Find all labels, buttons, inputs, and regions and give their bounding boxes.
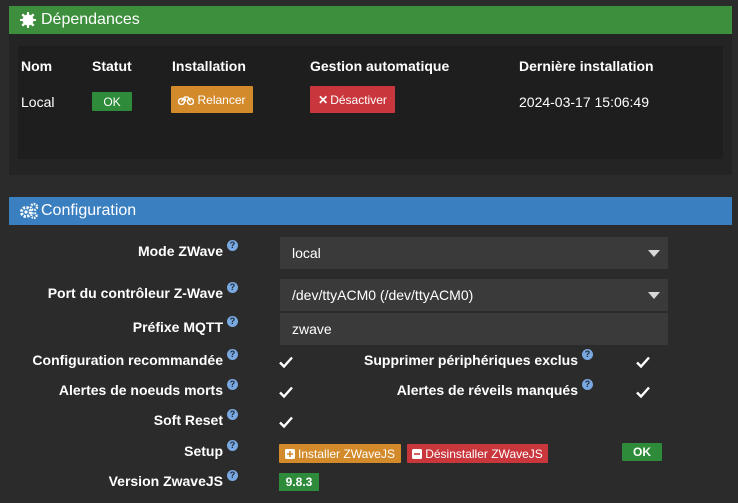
column-header-auto-management: Gestion automatique (310, 58, 450, 74)
mode-zwave-label: Mode ZWave? (138, 240, 238, 259)
question-circle-icon[interactable]: ? (227, 440, 238, 451)
dead-nodes-alert-checkbox[interactable] (278, 384, 294, 400)
gears-icon (19, 202, 39, 220)
mqtt-prefix-input[interactable]: zwave (280, 313, 668, 345)
bicycle-icon (178, 95, 195, 105)
check-icon (636, 356, 650, 369)
deactivate-button[interactable]: ✕ Désactiver (310, 86, 395, 113)
missed-wakeup-alert-label: Alertes de réveils manqués? (397, 379, 593, 398)
dependencies-header: Dépendances (9, 6, 732, 34)
setup-label: Setup? (184, 440, 238, 459)
plus-square-icon (285, 448, 296, 459)
mqtt-prefix-label: Préfixe MQTT? (133, 316, 238, 335)
check-icon (279, 416, 293, 429)
column-header-last-install: Dernière installation (519, 58, 654, 74)
dead-nodes-alert-label: Alertes de noeuds morts? (59, 379, 238, 398)
zwavejs-version-label: Version ZwaveJS? (109, 470, 238, 489)
puzzle-gear-icon (19, 11, 37, 29)
dependencies-title: Dépendances (41, 11, 140, 28)
caret-down-icon (648, 250, 660, 257)
question-circle-icon[interactable]: ? (227, 349, 238, 360)
last-install-date: 2024-03-17 15:06:49 (519, 94, 649, 110)
question-circle-icon[interactable]: ? (582, 379, 593, 390)
minus-square-icon (412, 448, 423, 459)
install-zwavejs-button[interactable]: Installer ZWaveJS (279, 444, 401, 463)
check-icon (279, 356, 293, 369)
question-circle-icon[interactable]: ? (582, 349, 593, 360)
recommended-config-checkbox[interactable] (278, 354, 294, 370)
question-circle-icon[interactable]: ? (227, 282, 238, 293)
check-icon (636, 386, 650, 399)
configuration-header: Configuration (9, 197, 732, 225)
caret-down-icon (648, 292, 660, 299)
column-header-status: Statut (92, 58, 132, 74)
question-circle-icon[interactable]: ? (227, 409, 238, 420)
port-select[interactable]: /dev/ttyACM0 (/dev/ttyACM0) (280, 279, 668, 311)
dependencies-panel: Nom Statut Installation Gestion automati… (9, 34, 732, 175)
status-badge: OK (92, 92, 132, 111)
zwavejs-version-badge: 9.8.3 (279, 473, 319, 491)
column-header-installation: Installation (172, 58, 246, 74)
question-circle-icon[interactable]: ? (227, 470, 238, 481)
uninstall-zwavejs-button[interactable]: Désinstaller ZWaveJS (407, 444, 548, 463)
soft-reset-checkbox[interactable] (278, 414, 294, 430)
soft-reset-label: Soft Reset? (154, 409, 238, 428)
setup-status-badge: OK (622, 443, 662, 461)
column-header-name: Nom (21, 58, 53, 74)
delete-excluded-label: Supprimer périphériques exclus? (364, 349, 593, 368)
close-icon: ✕ (318, 92, 329, 107)
relaunch-button[interactable]: Relancer (171, 86, 253, 113)
question-circle-icon[interactable]: ? (227, 316, 238, 327)
missed-wakeup-alert-checkbox[interactable] (635, 384, 651, 400)
recommended-config-label: Configuration recommandée? (32, 349, 238, 368)
mode-zwave-select[interactable]: local (280, 237, 668, 269)
dependency-name: Local (21, 94, 55, 110)
configuration-title: Configuration (41, 202, 137, 219)
delete-excluded-checkbox[interactable] (635, 354, 651, 370)
port-label: Port du contrôleur Z-Wave? (48, 282, 238, 301)
dependencies-table: Nom Statut Installation Gestion automati… (18, 46, 723, 159)
check-icon (279, 386, 293, 399)
question-circle-icon[interactable]: ? (227, 240, 238, 251)
question-circle-icon[interactable]: ? (227, 379, 238, 390)
